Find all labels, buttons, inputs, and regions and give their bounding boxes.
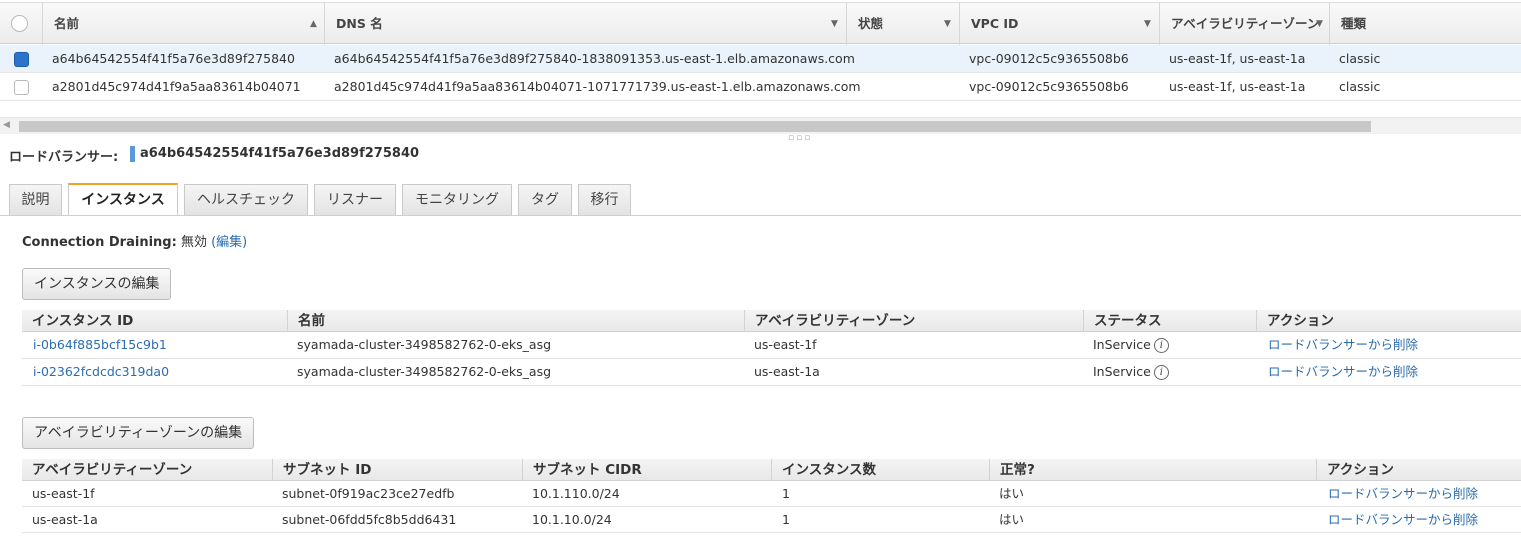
lb-name: a64b64542554f41f5a76e3d89f275840 — [52, 51, 295, 66]
select-all-cell — [0, 3, 42, 45]
column-header-zone-action: アクション — [1316, 459, 1521, 481]
edit-instances-button[interactable]: インスタンスの編集 — [22, 268, 172, 300]
table-row: i-0b64f885bcf15c9b1 syamada-cluster-3498… — [22, 332, 1521, 359]
instance-id-link[interactable]: i-0b64f885bcf15c9b1 — [33, 332, 167, 358]
subnet-cidr: 10.1.110.0/24 — [532, 486, 620, 501]
instance-status: InService i — [1093, 359, 1169, 385]
lb-type: classic — [1339, 51, 1381, 66]
connection-draining-edit-link[interactable]: (編集) — [211, 235, 247, 250]
row-checkbox[interactable] — [14, 80, 29, 95]
lb-dns: a64b64542554f41f5a76e3d89f275840-1838091… — [334, 51, 855, 66]
zones-table-header: アベイラビリティーゾーン サブネット ID サブネット CIDR インスタンス数… — [22, 459, 1521, 481]
table-row: i-02362fcdcdc319da0 syamada-cluster-3498… — [22, 359, 1521, 386]
subnet-cidr: 10.1.10.0/24 — [532, 512, 612, 527]
chevron-down-icon[interactable]: ▼ — [1316, 3, 1323, 45]
table-row[interactable]: a64b64542554f41f5a76e3d89f275840 a64b645… — [0, 45, 1521, 73]
load-balancer-table-header: 名前 ▲ DNS 名 ▼ 状態 ▼ VPC ID ▼ アベイラビリティーゾーン … — [0, 2, 1521, 45]
column-header-instance-az: アベイラビリティーゾーン — [744, 310, 1083, 332]
instance-az: us-east-1a — [754, 364, 820, 379]
remove-from-lb-link[interactable]: ロードバランサーから削除 — [1268, 359, 1418, 385]
lb-vpc: vpc-09012c5c9365508b6 — [969, 51, 1129, 66]
lb-type: classic — [1339, 79, 1381, 94]
detail-lb-name: a64b64542554f41f5a76e3d89f275840 — [140, 146, 420, 161]
chevron-down-icon[interactable]: ▼ — [831, 3, 838, 45]
column-header-instance-action: アクション — [1256, 310, 1521, 332]
remove-zone-link[interactable]: ロードバランサーから削除 — [1328, 507, 1478, 533]
instance-name: syamada-cluster-3498582762-0-eks_asg — [297, 364, 552, 379]
table-row[interactable]: a2801d45c974d41f9a5aa83614b04071 a2801d4… — [0, 73, 1521, 101]
zone-healthy: はい — [999, 512, 1025, 527]
column-header-type[interactable]: 種類 — [1329, 3, 1521, 45]
lb-dns: a2801d45c974d41f9a5aa83614b04071-1071771… — [334, 79, 861, 94]
instance-count: 1 — [782, 486, 790, 501]
instance-status-text: InService — [1093, 364, 1151, 379]
sort-asc-icon[interactable]: ▲ — [310, 3, 317, 45]
instance-status: InService i — [1093, 332, 1169, 358]
column-header-az[interactable]: アベイラビリティーゾーン ▼ — [1159, 3, 1329, 45]
connection-draining: Connection Draining: 無効 (編集) — [22, 231, 247, 250]
column-header-instance-name: 名前 — [287, 310, 744, 332]
connection-draining-label: Connection Draining: — [22, 235, 177, 250]
instance-az: us-east-1f — [754, 337, 817, 352]
column-header-name[interactable]: 名前 ▲ — [42, 3, 324, 45]
instance-count: 1 — [782, 512, 790, 527]
lb-az: us-east-1f, us-east-1a — [1169, 79, 1306, 94]
instance-name: syamada-cluster-3498582762-0-eks_asg — [297, 337, 552, 352]
column-header-dns[interactable]: DNS 名 ▼ — [324, 3, 846, 45]
info-icon[interactable]: i — [1153, 365, 1169, 380]
table-row: us-east-1f subnet-0f919ac23ce27edfb 10.1… — [22, 481, 1521, 507]
remove-from-lb-link[interactable]: ロードバランサーから削除 — [1268, 332, 1418, 358]
column-header-subnet-cidr: サブネット CIDR — [522, 459, 771, 481]
tab-instances[interactable]: インスタンス — [68, 183, 178, 216]
zone-healthy: はい — [999, 486, 1025, 501]
chevron-down-icon[interactable]: ▼ — [944, 3, 951, 45]
instances-table-header: インスタンス ID 名前 アベイラビリティーゾーン ステータス アクション — [22, 310, 1521, 332]
column-header-healthy: 正常? — [989, 459, 1316, 481]
lb-az: us-east-1f, us-east-1a — [1169, 51, 1306, 66]
column-header-instance-status: ステータス — [1083, 310, 1256, 332]
info-icon[interactable]: i — [1153, 338, 1169, 353]
edit-availability-zones-button[interactable]: アベイラビリティーゾーンの編集 — [22, 417, 255, 449]
tab-listeners[interactable]: リスナー — [314, 184, 396, 215]
lb-name: a2801d45c974d41f9a5aa83614b04071 — [52, 79, 301, 94]
tab-migration[interactable]: 移行 — [578, 184, 631, 215]
column-header-subnet-id: サブネット ID — [272, 459, 522, 481]
chevron-down-icon[interactable]: ▼ — [1144, 3, 1151, 45]
tab-description[interactable]: 説明 — [9, 184, 62, 215]
column-header-instance-count: インスタンス数 — [771, 459, 989, 481]
select-all-checkbox[interactable] — [11, 15, 28, 32]
instance-status-text: InService — [1093, 337, 1151, 352]
column-header-state[interactable]: 状態 ▼ — [846, 3, 959, 45]
resize-grip-icon[interactable]: ▫▫▫ — [788, 134, 812, 143]
tabs-divider — [0, 215, 1521, 216]
scroll-left-icon[interactable]: ◀ — [3, 120, 10, 130]
lb-vpc: vpc-09012c5c9365508b6 — [969, 79, 1129, 94]
tab-tags[interactable]: タグ — [518, 184, 572, 215]
column-header-instance-id: インスタンス ID — [32, 313, 134, 329]
subnet-id: subnet-0f919ac23ce27edfb — [282, 486, 455, 501]
row-checkbox[interactable] — [14, 52, 29, 67]
remove-zone-link[interactable]: ロードバランサーから削除 — [1328, 481, 1478, 507]
detail-label: ロードバランサー: — [9, 150, 119, 165]
column-header-vpc[interactable]: VPC ID ▼ — [959, 3, 1159, 45]
tab-health-check[interactable]: ヘルスチェック — [184, 184, 308, 215]
column-header-zone: アベイラビリティーゾーン — [32, 462, 193, 478]
zone-name: us-east-1f — [32, 486, 95, 501]
subnet-id: subnet-06fdd5fc8b5dd6431 — [282, 512, 457, 527]
scrollbar-thumb[interactable] — [19, 121, 1371, 132]
tab-monitoring[interactable]: モニタリング — [402, 184, 512, 215]
table-row: us-east-1a subnet-06fdd5fc8b5dd6431 10.1… — [22, 507, 1521, 533]
connection-draining-value: 無効 — [180, 235, 207, 250]
instance-id-link[interactable]: i-02362fcdcdc319da0 — [33, 359, 169, 385]
horizontal-scrollbar[interactable]: ◀ — [0, 117, 1521, 134]
zone-name: us-east-1a — [32, 512, 98, 527]
detail-marker — [130, 146, 135, 162]
